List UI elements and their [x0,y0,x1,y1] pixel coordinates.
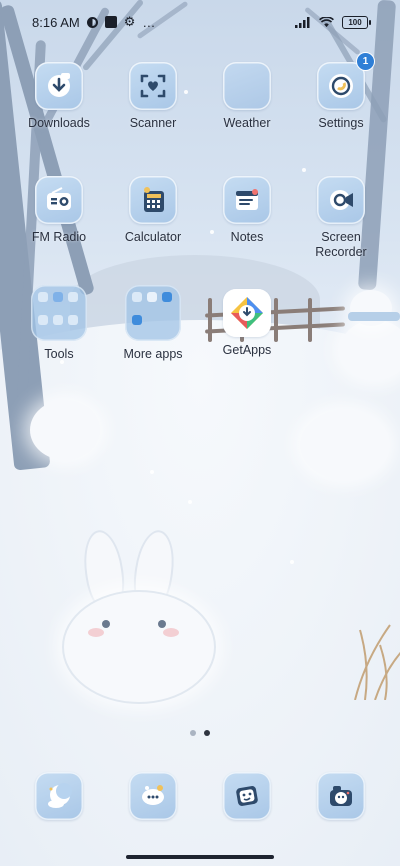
radio-icon [35,176,83,224]
getapps-icon [223,289,271,337]
mini-app-icon [53,314,63,325]
bunny-blush [163,628,179,637]
page-dot[interactable] [190,730,196,736]
home-indicator[interactable] [126,855,274,859]
app-downloads[interactable]: Downloads [14,62,104,131]
folder-icon [125,285,181,341]
dock-app-4[interactable] [296,772,386,820]
app-screen-recorder[interactable]: Screen Recorder [296,176,386,260]
app-label: Settings [318,116,364,130]
mini-app-icon [38,292,48,302]
app-label: Calculator [124,230,182,244]
app-label: Weather [223,116,271,130]
signal-icon [295,16,310,28]
wifi-icon [319,16,334,27]
folder-icon [31,285,87,341]
mini-app-icon [162,292,172,302]
moon-cloud-icon [35,772,83,820]
mini-app-icon [147,292,157,302]
dry-reeds [354,624,400,700]
app-label: Downloads [28,116,90,130]
app-label: Tools [44,347,74,361]
bunny-small [30,400,100,460]
chat-bubbles-icon [129,772,177,820]
dock-app-3[interactable] [202,772,292,820]
mini-app-icon [132,292,142,302]
page-dot-active[interactable] [204,730,210,736]
dock-app-1[interactable] [14,772,104,820]
screen-recorder-icon [317,176,365,224]
app-label: Screen Recorder [315,230,367,259]
notes-icon [223,176,271,224]
mini-app-icon [53,292,63,302]
download-icon [35,62,83,110]
folder-more-apps[interactable]: More apps [108,285,198,362]
camera-icon [317,772,365,820]
more-notifications: … [142,14,156,30]
app-settings[interactable]: 1 Settings [296,52,386,131]
weather-icon [223,62,271,110]
status-time: 8:16 AM [32,14,80,30]
fluffy-blob [300,410,390,480]
app-label: Scanner [129,116,177,130]
app-label: FM Radio [31,230,87,244]
app-notes[interactable]: Notes [202,176,292,245]
app-label: Notes [230,230,264,244]
mini-app-icon [132,314,142,325]
gear-icon: ⚙ [123,14,136,29]
battery-indicator: 100 [342,15,371,29]
mini-app-icon [38,314,48,325]
app-label: More apps [123,347,183,361]
bunny-large [62,590,216,704]
snowman-scarf [348,312,400,321]
data-saver-icon [86,16,98,28]
notification-badge: 1 [356,52,375,71]
bunny-eye [102,620,110,628]
settings-icon: 1 [317,52,375,110]
dock-app-2[interactable] [108,772,198,820]
scanner-icon [129,62,177,110]
notification-square-icon [104,16,117,28]
gallery-icon [223,772,271,820]
app-scanner[interactable]: Scanner [108,62,198,131]
app-label: GetApps [222,343,272,357]
app-getapps[interactable]: GetApps [202,289,292,358]
status-bar: 8:16 AM ⚙ … 100 [0,10,400,34]
app-calculator[interactable]: Calculator [108,176,198,245]
app-fm-radio[interactable]: FM Radio [14,176,104,245]
mini-app-icon [68,292,78,302]
app-weather[interactable]: Weather [202,62,292,131]
calculator-icon [129,176,177,224]
bunny-eye [158,620,166,628]
fence-post [308,298,312,342]
page-indicator[interactable] [0,730,400,736]
mini-app-icon [68,314,78,325]
folder-tools[interactable]: Tools [14,285,104,362]
bunny-blush [88,628,104,637]
